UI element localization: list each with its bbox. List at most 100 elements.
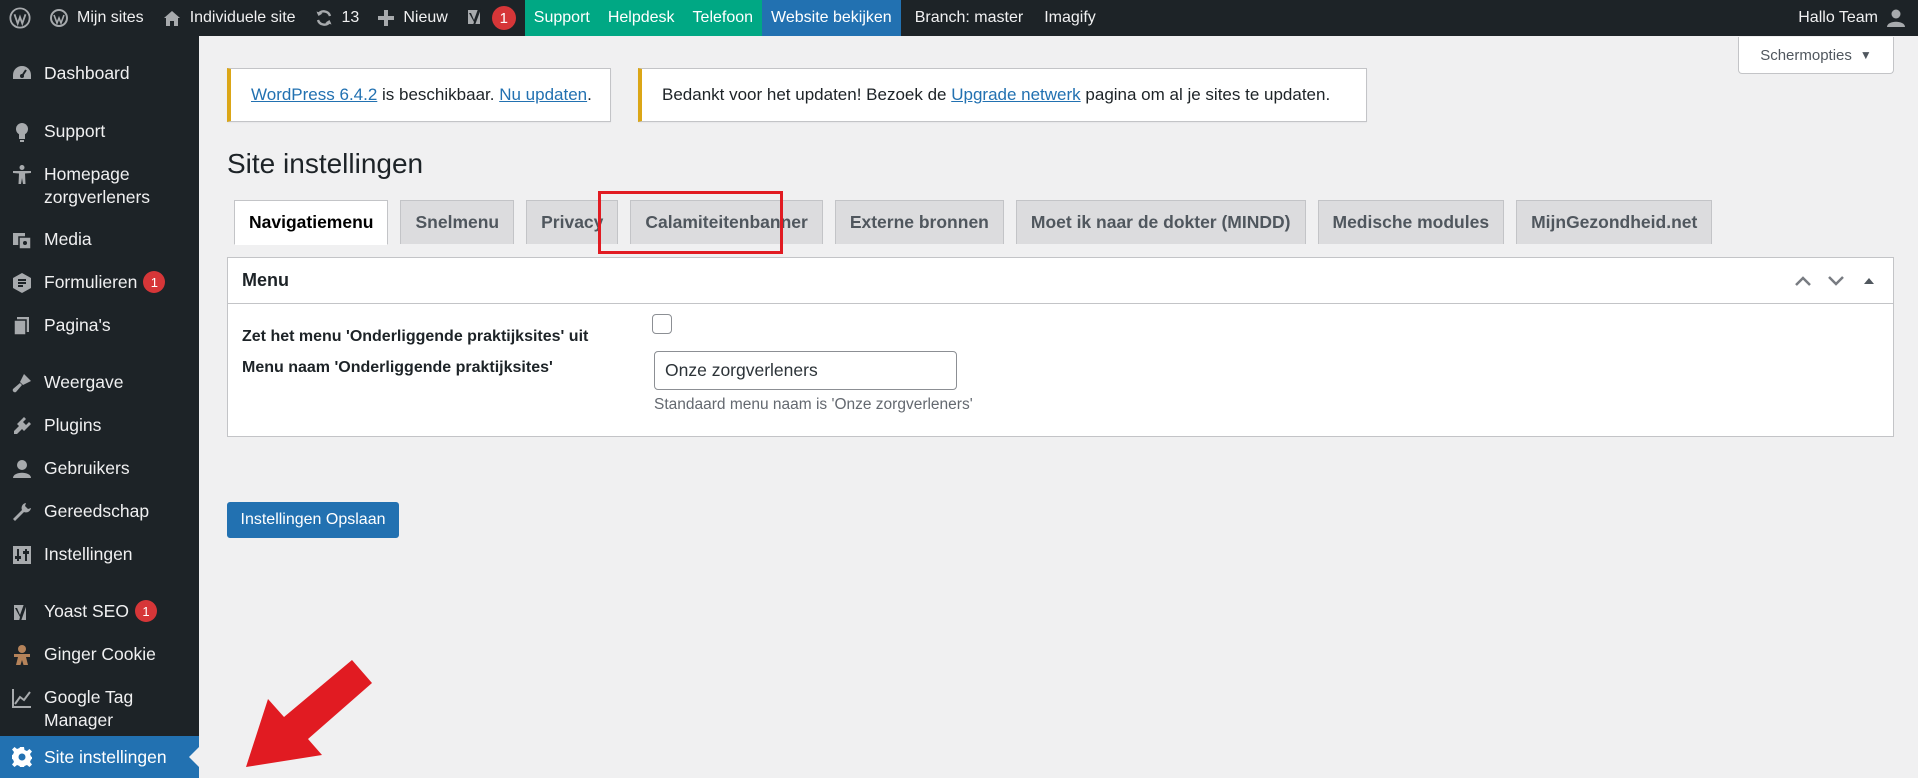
sidebar-item-formulieren[interactable]: Formulieren 1 — [0, 271, 199, 295]
greeting-label: Hallo Team — [1798, 9, 1878, 26]
tab-snelmenu[interactable]: Snelmenu — [400, 200, 515, 244]
helpdesk-link[interactable]: Helpdesk — [598, 0, 684, 36]
tab-privacy[interactable]: Privacy — [526, 200, 619, 244]
sidebar-item-google-tag-manager[interactable]: Google Tag Manager — [0, 686, 199, 732]
settings-tabs: Navigatiemenu Snelmenu Privacy Calamitei… — [234, 200, 1724, 245]
new-content-label: Nieuw — [403, 9, 448, 26]
account-menu[interactable]: Hallo Team — [1789, 0, 1918, 36]
yoast-icon — [466, 7, 486, 29]
sidebar-item-label: Support — [44, 121, 106, 141]
menu-postbox: Menu Zet het menu 'Onderliggende praktij… — [227, 257, 1894, 437]
my-sites-menu[interactable]: Mijn sites — [40, 0, 153, 36]
wordpress-version-link[interactable]: WordPress 6.4.2 — [251, 85, 377, 105]
telefoon-link[interactable]: Telefoon — [683, 0, 763, 36]
site-name-menu[interactable]: Individuele site — [153, 0, 305, 36]
tab-calamiteitenbanner[interactable]: Calamiteitenbanner — [630, 200, 823, 244]
chart-line-icon — [10, 686, 34, 710]
menu-toggle-checkbox[interactable] — [652, 314, 672, 334]
sidebar-item-media[interactable]: Media — [0, 228, 199, 252]
updates-menu[interactable]: 13 — [305, 0, 369, 36]
yoast-icon — [10, 600, 34, 624]
branch-indicator[interactable]: Branch: master — [901, 0, 1032, 36]
collapse-toggle-icon[interactable] — [1852, 258, 1885, 304]
yoast-seo-badge: 1 — [134, 600, 157, 622]
admin-bar: Mijn sites Individuele site 13 Nieuw 1 S… — [0, 0, 1918, 36]
new-content-menu[interactable]: Nieuw — [368, 0, 456, 36]
menu-toggle-label: Zet het menu 'Onderliggende praktijksite… — [242, 328, 589, 345]
updates-count: 13 — [341, 9, 360, 26]
sidebar-item-instellingen[interactable]: Instellingen — [0, 543, 199, 567]
sidebar-item-label: Gebruikers — [44, 458, 130, 478]
update-icon — [314, 8, 334, 28]
move-up-icon[interactable] — [1786, 258, 1819, 304]
users-icon — [10, 457, 34, 481]
move-down-icon[interactable] — [1819, 258, 1852, 304]
menu-name-input[interactable]: Onze zorgverleners — [654, 351, 957, 390]
postbox-title: Menu — [242, 270, 289, 290]
tab-navigatiemenu[interactable]: Navigatiemenu — [234, 200, 389, 245]
lightbulb-icon — [10, 120, 34, 144]
tools-icon — [10, 500, 34, 524]
sidebar-item-weergave[interactable]: Weergave — [0, 371, 199, 395]
my-sites-icon — [49, 8, 69, 28]
tab-medische-modules[interactable]: Medische modules — [1317, 200, 1505, 244]
sidebar-item-plugins[interactable]: Plugins — [0, 414, 199, 438]
tab-mijngezondheid[interactable]: MijnGezondheid.net — [1516, 200, 1713, 244]
network-notice-text-before: Bedankt voor het updaten! Bezoek de — [662, 85, 952, 104]
update-now-link[interactable]: Nu updaten — [499, 85, 587, 105]
settings-icon — [10, 543, 34, 567]
sidebar-item-label: Pagina's — [44, 315, 111, 335]
sidebar-item-site-instellingen[interactable]: Site instellingen — [0, 736, 199, 778]
sidebar-item-dashboard[interactable]: Dashboard — [0, 62, 199, 86]
postbox-header: Menu — [228, 258, 1893, 304]
sidebar-item-label: Ginger Cookie — [44, 644, 156, 664]
sidebar-item-gereedschap[interactable]: Gereedschap — [0, 500, 199, 524]
tab-mindd[interactable]: Moet ik naar de dokter (MINDD) — [1015, 200, 1306, 244]
wordpress-logo-button[interactable] — [0, 0, 40, 36]
network-notice-text-after: pagina om al je sites te updaten. — [1080, 85, 1331, 104]
sidebar-item-label: Site instellingen — [44, 746, 167, 767]
tab-externe-bronnen[interactable]: Externe bronnen — [834, 200, 1004, 244]
network-upgrade-notice: Bedankt voor het updaten! Bezoek de Upgr… — [638, 68, 1367, 122]
appearance-icon — [10, 371, 34, 395]
sidebar-item-label: Homepage zorgverleners — [44, 164, 151, 207]
update-notice-text: is beschikbaar. — [377, 85, 500, 104]
sidebar-item-homepage-zorgverleners[interactable]: Homepage zorgverleners — [0, 163, 199, 209]
sidebar-item-ginger-cookie[interactable]: Ginger Cookie — [0, 643, 199, 667]
save-settings-button[interactable]: Instellingen Opslaan — [227, 502, 399, 538]
sidebar-item-label: Google Tag Manager — [44, 687, 134, 730]
gear-icon — [10, 745, 34, 769]
yoast-menu[interactable]: 1 — [457, 0, 525, 36]
sidebar-item-label: Media — [44, 229, 92, 249]
menu-name-description: Standaard menu naam is 'Onze zorgverlene… — [654, 396, 973, 413]
site-name-label: Individuele site — [189, 9, 296, 26]
plus-icon — [377, 9, 395, 27]
dashboard-icon — [10, 62, 34, 86]
yoast-notification-badge: 1 — [491, 6, 516, 30]
sidebar-item-gebruikers[interactable]: Gebruikers — [0, 457, 199, 481]
admin-sidebar: Dashboard Support Homepage zorgverleners… — [0, 36, 199, 778]
sidebar-item-label: Formulieren — [44, 272, 138, 292]
forms-icon — [10, 271, 34, 295]
current-menu-arrow — [189, 747, 199, 767]
view-site-link[interactable]: Website bekijken — [762, 0, 901, 36]
screen-options-button[interactable]: Schermopties ▼ — [1738, 37, 1894, 74]
sidebar-item-yoast-seo[interactable]: Yoast SEO 1 — [0, 600, 199, 624]
postbox-controls — [1786, 258, 1885, 304]
wordpress-logo-icon — [9, 7, 31, 29]
sidebar-item-support[interactable]: Support — [0, 120, 199, 144]
sidebar-item-label: Yoast SEO — [44, 601, 129, 621]
sidebar-item-label: Instellingen — [44, 544, 133, 564]
media-icon — [10, 228, 34, 252]
sidebar-item-paginas[interactable]: Pagina's — [0, 314, 199, 338]
annotation-arrow-icon — [246, 660, 372, 767]
sidebar-item-label: Gereedschap — [44, 501, 150, 521]
my-sites-label: Mijn sites — [77, 9, 144, 26]
formulieren-badge: 1 — [143, 271, 166, 293]
upgrade-network-link[interactable]: Upgrade netwerk — [951, 85, 1080, 105]
caret-down-icon: ▼ — [1859, 48, 1872, 62]
pages-icon — [10, 314, 34, 338]
support-link[interactable]: Support — [524, 0, 599, 36]
gingerbread-icon — [10, 643, 34, 667]
imagify-menu[interactable]: Imagify — [1032, 0, 1105, 36]
